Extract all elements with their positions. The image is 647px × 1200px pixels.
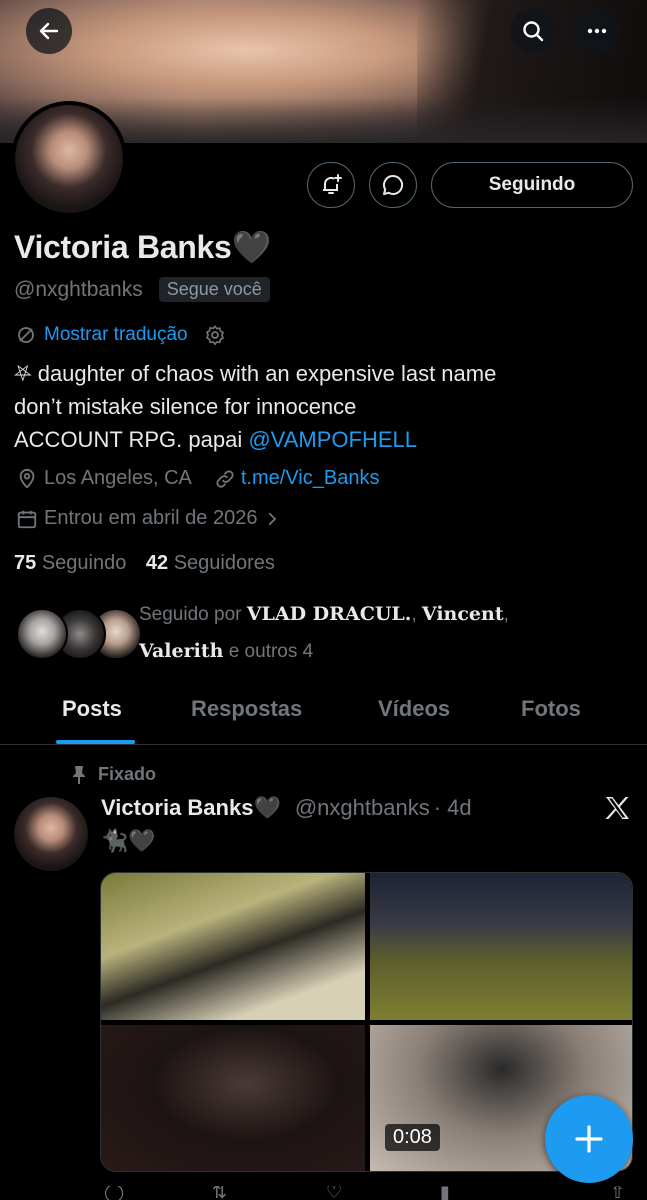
plus-icon [575, 1125, 603, 1153]
tab-replies[interactable]: Respostas [191, 696, 302, 722]
chat-bubble-icon [383, 174, 404, 195]
followed-by-prefix: Seguido por [139, 604, 247, 625]
post-author-avatar[interactable] [14, 797, 88, 871]
more-button[interactable] [574, 8, 620, 54]
bio-line: ACCOUNT RPG. papai @VAMPOFHELL [14, 423, 496, 456]
post-header: Victoria Banks🖤 @nxghtbanks · 4d [101, 795, 472, 821]
following-label: Seguindo [41, 552, 127, 574]
follows-you-badge: Segue você [158, 277, 270, 302]
tab-photos[interactable]: Fotos [521, 696, 581, 722]
bio: ⛧ daughter of chaos with an expensive la… [14, 357, 496, 456]
search-button[interactable] [510, 8, 556, 54]
location-pin-icon [19, 468, 35, 489]
media-photo[interactable] [370, 873, 632, 1020]
pin-icon [73, 765, 85, 784]
display-name: Victoria Banks🖤 [14, 228, 271, 266]
username: @nxghtbanks [14, 277, 143, 301]
message-button[interactable] [369, 162, 417, 208]
pinned-indicator: Fixado [70, 764, 156, 785]
views-icon[interactable]: ▮ [440, 1186, 450, 1200]
avatar-image [15, 105, 123, 213]
avatar [16, 608, 68, 660]
separator: , [503, 604, 509, 625]
profile-avatar[interactable] [11, 101, 127, 217]
post-time: · 4d [433, 795, 472, 820]
separator: , [411, 604, 422, 625]
translate-link[interactable]: Mostrar tradução [44, 324, 188, 346]
website-link[interactable]: t.me/Vic_Banks [241, 467, 380, 490]
like-icon[interactable]: ♡ [326, 1186, 342, 1200]
arrow-left-icon [39, 22, 59, 40]
post-text: 🐈‍⬛🖤 [101, 828, 156, 853]
back-button[interactable] [26, 8, 72, 54]
gear-icon[interactable] [204, 324, 226, 346]
handle-row: @nxghtbanks Segue você [14, 277, 270, 302]
following-button-label: Seguindo [488, 174, 576, 195]
repost-icon[interactable]: ⇅ [212, 1186, 227, 1200]
following-count: 75 [14, 552, 37, 574]
pinned-label: Fixado [98, 764, 157, 784]
bio-line: ⛧ daughter of chaos with an expensive la… [14, 361, 497, 386]
chevron-right-icon [269, 512, 277, 525]
profile-tabs: Posts Respostas Vídeos Fotos [0, 680, 647, 745]
translate-row: Mostrar tradução [16, 324, 226, 346]
tab-videos[interactable]: Vídeos [378, 696, 450, 722]
tab-posts[interactable]: Posts [62, 696, 122, 722]
follow-stats: 75 Seguindo 42 Seguidores [14, 552, 275, 575]
bio-text: ACCOUNT RPG. papai [14, 427, 249, 452]
following-button[interactable]: Seguindo [431, 162, 633, 208]
post-actions: ◯ ⇅ ♡ ▮ ⇧ [100, 1186, 640, 1200]
compose-button[interactable] [545, 1095, 633, 1183]
followers-count: 42 [145, 552, 169, 574]
followed-by-text[interactable]: Seguido por VLAD DRACUL., Vincent, Valer… [139, 596, 589, 670]
link-icon [216, 469, 234, 488]
active-tab-indicator [56, 740, 135, 744]
followers-label: Seguidores [173, 552, 275, 574]
mutual-name: Valerith [139, 640, 224, 662]
post-author-name[interactable]: Victoria Banks🖤 [101, 795, 281, 821]
calendar-icon [17, 510, 37, 528]
followed-by-suffix: e outros 4 [223, 641, 314, 662]
x-logo-icon [605, 797, 629, 819]
following-stat[interactable]: 75 Seguindo [14, 552, 126, 574]
video-duration: 0:08 [385, 1124, 440, 1151]
bio-line: don’t mistake silence for innocence [14, 394, 357, 419]
post-author-handle: @nxghtbanks [294, 795, 430, 820]
joined-text: Entrou em abril de 2026 [44, 507, 258, 529]
display-name-text: Victoria Banks🖤 [14, 229, 272, 265]
followers-stat[interactable]: 42 Seguidores [146, 552, 275, 574]
bell-plus-icon [323, 174, 342, 194]
search-icon [523, 21, 544, 42]
mutual-name: VLAD DRACUL. [246, 603, 412, 625]
more-horizontal-icon [587, 28, 607, 34]
media-photo[interactable] [101, 1025, 365, 1171]
share-icon[interactable]: ⇧ [610, 1186, 625, 1200]
mutual-name: Vincent [421, 603, 504, 625]
mention-link[interactable]: @VAMPOFHELL [248, 427, 417, 452]
location-text: Los Angeles, CA [44, 467, 192, 489]
media-photo[interactable] [101, 873, 365, 1020]
profile-meta-row: Los Angeles, CA t.me/Vic_Banks [16, 467, 379, 490]
joined-row[interactable]: Entrou em abril de 2026 [16, 507, 281, 530]
reply-icon[interactable]: ◯ [104, 1186, 124, 1200]
notify-button[interactable] [307, 162, 355, 208]
translate-icon [18, 327, 34, 343]
